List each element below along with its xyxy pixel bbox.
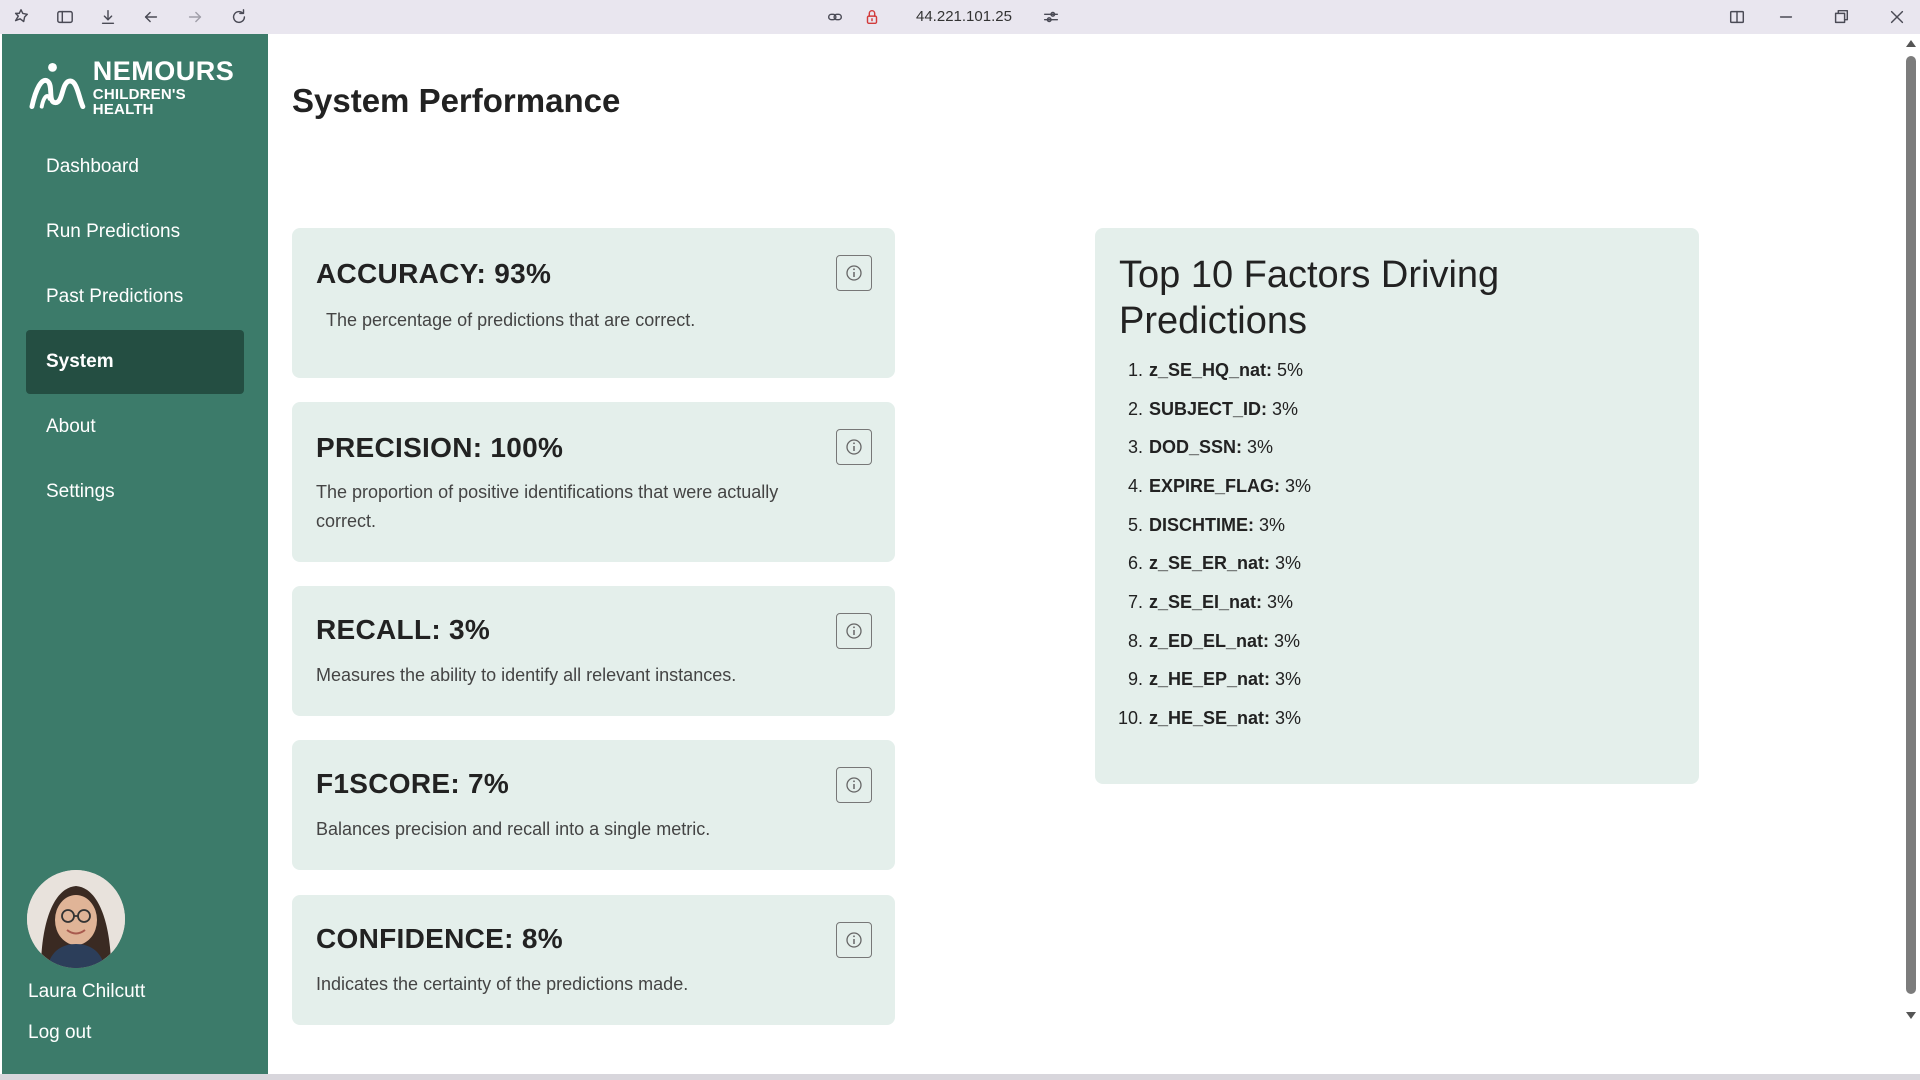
info-icon	[846, 932, 862, 948]
info-icon	[846, 265, 862, 281]
metric-title: ACCURACY: 93%	[316, 258, 552, 289]
browser-toolbar: 44.221.101.25	[0, 0, 1920, 34]
info-button[interactable]	[836, 767, 872, 803]
info-icon	[846, 623, 862, 639]
sidebar-item-label: System	[46, 351, 114, 372]
list-item: 4. EXPIRE_FLAG: 3%	[1127, 476, 1312, 496]
page-content: NEMOURS CHILDREN'S HEALTH Dashboard Run …	[0, 34, 1902, 1074]
list-item: 7. z_SE_EI_nat: 3%	[1127, 592, 1294, 612]
metric-card-recall: RECALL: 3% Measures the ability to ident…	[292, 586, 895, 716]
metric-title: CONFIDENCE: 8%	[316, 923, 563, 954]
not-secure-lock-icon[interactable]	[861, 6, 883, 28]
metric-description: The percentage of predictions that are c…	[326, 310, 696, 330]
back-icon[interactable]	[140, 6, 162, 28]
metric-title: F1SCORE: 7%	[316, 768, 510, 799]
info-button[interactable]	[836, 613, 872, 649]
scrollbar-thumb[interactable]	[1906, 56, 1916, 994]
list-item: 5. DISCHTIME: 3%	[1127, 515, 1286, 535]
metric-description: Measures the ability to identify all rel…	[316, 665, 737, 685]
sidebar-item-label: Past Predictions	[46, 286, 184, 307]
user-name: Laura Chilcutt	[28, 981, 146, 1002]
metric-title: PRECISION: 100%	[316, 432, 564, 463]
info-button[interactable]	[836, 429, 872, 465]
page-scrollbar[interactable]	[1902, 34, 1920, 1074]
reload-icon[interactable]	[228, 6, 250, 28]
list-item: 9. z_HE_EP_nat: 3%	[1127, 669, 1302, 689]
sidebar-item-run-predictions[interactable]: Run Predictions	[26, 200, 244, 264]
sidebar: NEMOURS CHILDREN'S HEALTH Dashboard Run …	[2, 34, 268, 1074]
sidebar-item-about[interactable]: About	[26, 395, 244, 459]
nemours-logo-icon	[29, 62, 86, 110]
list-item: 10. z_HE_SE_nat: 3%	[1117, 708, 1302, 728]
split-view-icon[interactable]	[1726, 6, 1748, 28]
info-icon	[846, 777, 862, 793]
list-item: 8. z_ED_EL_nat: 3%	[1127, 631, 1301, 651]
address-bar-url[interactable]: 44.221.101.25	[916, 8, 1012, 25]
link-icon[interactable]	[824, 6, 846, 28]
list-item: 1. z_SE_HQ_nat: 5%	[1127, 360, 1304, 380]
metric-card-precision: PRECISION: 100% The proportion of positi…	[292, 402, 895, 562]
info-button[interactable]	[836, 922, 872, 958]
logout-link[interactable]: Log out	[28, 1022, 91, 1044]
metric-description: Balances precision and recall into a sin…	[316, 819, 711, 839]
sidebar-item-label: Run Predictions	[46, 221, 181, 242]
window-bottom-edge	[0, 1074, 1920, 1080]
logo-wordmark: NEMOURS	[92, 55, 235, 86]
minimize-icon[interactable]	[1775, 6, 1797, 28]
metric-title: RECALL: 3%	[316, 614, 491, 645]
list-item: 2. SUBJECT_ID: 3%	[1127, 399, 1299, 419]
list-item: 6. z_SE_ER_nat: 3%	[1127, 553, 1302, 573]
metric-card-f1score: F1SCORE: 7% Balances precision and recal…	[292, 740, 895, 870]
logo-subtitle: CHILDREN'S HEALTH	[92, 85, 186, 118]
scroll-up-arrow-icon[interactable]	[1906, 40, 1916, 47]
scroll-down-arrow-icon[interactable]	[1906, 1012, 1916, 1019]
top-factors-card: Top 10 Factors Driving Predictions 1. z_S…	[1095, 228, 1699, 784]
sidebar-item-label: Dashboard	[46, 156, 139, 177]
restore-icon[interactable]	[1830, 6, 1852, 28]
info-button[interactable]	[836, 255, 872, 291]
forward-icon[interactable]	[184, 6, 206, 28]
metric-card-confidence: CONFIDENCE: 8% Indicates the certainty o…	[292, 895, 895, 1025]
close-icon[interactable]	[1886, 6, 1908, 28]
list-item: 3. DOD_SSN: 3%	[1127, 437, 1274, 457]
sidebar-item-settings[interactable]: Settings	[26, 460, 244, 524]
page-title: System Performance	[292, 82, 621, 119]
sidebar-item-system[interactable]: System	[26, 330, 244, 394]
site-settings-icon[interactable]	[1040, 6, 1062, 28]
sidebar-item-past-predictions[interactable]: Past Predictions	[26, 265, 244, 329]
sidebar-item-dashboard[interactable]: Dashboard	[26, 135, 244, 199]
extensions-icon[interactable]	[10, 6, 32, 28]
metric-description: The proportion of positive identificatio…	[316, 482, 779, 531]
metric-card-accuracy: ACCURACY: 93% The percentage of predicti…	[292, 228, 895, 378]
info-icon	[846, 439, 862, 455]
nemours-logo[interactable]: NEMOURS CHILDREN'S HEALTH	[28, 55, 248, 118]
download-icon[interactable]	[97, 6, 119, 28]
top-factors-title: Top 10 Factors Driving Predictions	[1119, 254, 1500, 342]
sidebar-item-label: About	[46, 416, 96, 437]
sidebar-toggle-icon[interactable]	[54, 6, 76, 28]
sidebar-item-label: Settings	[46, 481, 115, 502]
avatar[interactable]	[27, 870, 125, 968]
metric-description: Indicates the certainty of the predictio…	[316, 974, 689, 994]
